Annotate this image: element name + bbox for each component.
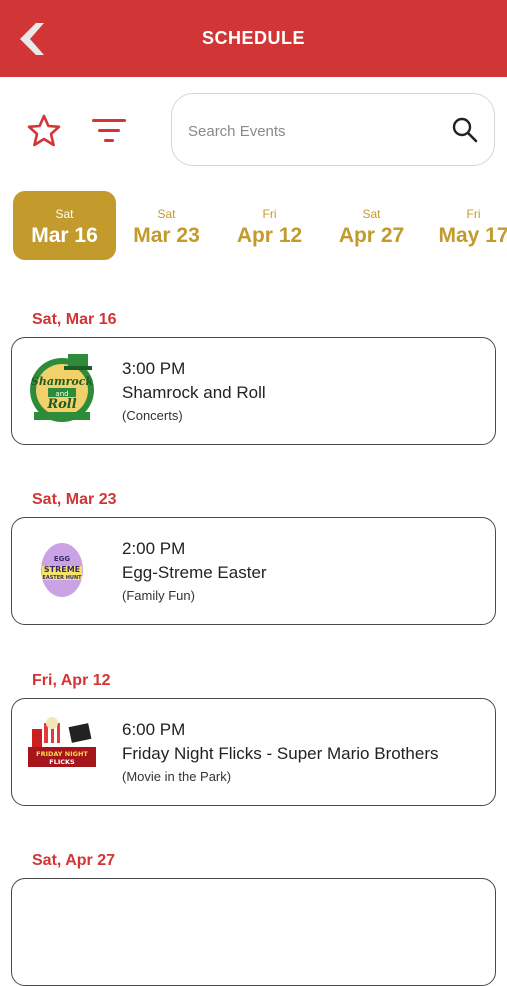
- date-tab-date: Apr 12: [236, 224, 303, 247]
- event-time: 6:00 PM: [122, 720, 186, 739]
- date-tab-date: May 17: [438, 224, 507, 247]
- event-title: Friday Night Flicks - Super Mario Brothe…: [122, 744, 439, 763]
- date-tab-weekday: Sat: [55, 207, 74, 221]
- event-time: 3:00 PM: [122, 359, 186, 378]
- filter-icon[interactable]: [90, 113, 128, 149]
- star-icon[interactable]: [26, 113, 62, 149]
- date-tab-date: Mar 23: [133, 224, 200, 247]
- search-input[interactable]: [186, 118, 430, 144]
- day-heading: Sat, Apr 27: [32, 852, 115, 869]
- day-heading: Fri, Apr 12: [32, 672, 111, 689]
- svg-text:Roll: Roll: [46, 397, 76, 412]
- date-tab-weekday: Sat: [362, 207, 381, 221]
- search-icon[interactable]: [451, 116, 479, 144]
- svg-text:EASTER HUNT: EASTER HUNT: [42, 575, 82, 581]
- event-card[interactable]: Shamrock and Roll 3:00 PM Shamrock and R…: [11, 337, 496, 445]
- shamrock-and-roll-logo: Shamrock and Roll: [30, 354, 94, 422]
- svg-text:STREME: STREME: [44, 565, 80, 574]
- svg-text:EGG: EGG: [54, 555, 71, 563]
- svg-text:Shamrock: Shamrock: [31, 375, 94, 388]
- date-tab[interactable]: Fri May 17: [422, 191, 507, 260]
- date-tabs: Sat Mar 16 Sat Mar 23 Fri Apr 12 Sat Apr…: [0, 190, 507, 262]
- page-title: SCHEDULE: [201, 28, 305, 48]
- svg-text:FLICKS: FLICKS: [49, 758, 75, 766]
- date-tab-weekday: Fri: [262, 207, 277, 221]
- friday-night-flicks-logo: FRIDAY NIGHT FLICKS: [28, 717, 96, 767]
- event-time: 2:00 PM: [122, 539, 186, 558]
- date-tab-date: Apr 27: [338, 224, 405, 247]
- event-category: (Movie in the Park): [122, 769, 232, 784]
- date-tab[interactable]: Sat Mar 16: [13, 191, 116, 260]
- date-tab[interactable]: Sat Mar 23: [115, 191, 218, 260]
- event-title: Shamrock and Roll: [122, 383, 266, 402]
- day-heading: Sat, Mar 23: [32, 491, 117, 508]
- date-tab[interactable]: Fri Apr 12: [218, 191, 321, 260]
- date-tab-weekday: Sat: [157, 207, 176, 221]
- event-card[interactable]: EGG STREME EASTER HUNT 2:00 PM Egg-Strem…: [11, 517, 496, 625]
- svg-text:FRIDAY NIGHT: FRIDAY NIGHT: [36, 750, 88, 758]
- search-box: [171, 93, 495, 166]
- event-card[interactable]: [11, 878, 496, 986]
- egg-streme-easter-logo: EGG STREME EASTER HUNT: [41, 543, 83, 597]
- event-category: (Concerts): [122, 408, 183, 423]
- date-tab-date: Mar 16: [31, 224, 98, 247]
- event-category: (Family Fun): [122, 588, 195, 603]
- event-card[interactable]: FRIDAY NIGHT FLICKS 6:00 PM Friday Night…: [11, 698, 496, 806]
- event-title: Egg-Streme Easter: [122, 563, 267, 582]
- date-tab-weekday: Fri: [466, 207, 481, 221]
- day-heading: Sat, Mar 16: [32, 311, 117, 328]
- date-tab[interactable]: Sat Apr 27: [320, 191, 423, 260]
- app-header: SCHEDULE: [0, 0, 507, 77]
